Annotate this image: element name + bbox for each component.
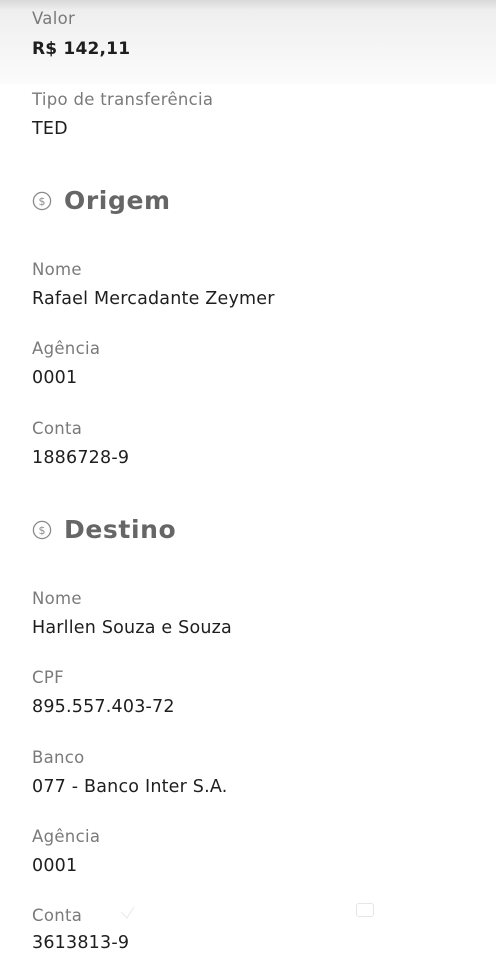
transfer-type-value: TED xyxy=(32,119,68,139)
destination-bank-value: 077 - Banco Inter S.A. xyxy=(32,777,228,797)
destination-name-value: Harllen Souza e Souza xyxy=(32,618,232,638)
amount-field: Valor R$ 142,11 xyxy=(32,9,472,60)
destination-cpf-field: CPF 895.557.403-72 xyxy=(32,668,472,718)
destination-section-title: Destino xyxy=(64,515,177,544)
dollar-coin-icon: $ xyxy=(32,191,52,211)
origin-agency-field: Agência 0001 xyxy=(32,339,472,389)
origin-name-field: Nome Rafael Mercadante Zeymer xyxy=(32,260,472,310)
amount-value: R$ 142,11 xyxy=(32,39,131,59)
dollar-coin-icon: $ xyxy=(32,520,52,540)
origin-account-label: Conta xyxy=(32,419,83,438)
destination-bank-field: Banco 077 - Banco Inter S.A. xyxy=(32,748,472,798)
origin-account-field: Conta 1886728-9 xyxy=(32,419,472,469)
origin-agency-label: Agência xyxy=(32,339,101,358)
origin-section-header: $ Origem xyxy=(32,185,171,217)
svg-text:$: $ xyxy=(39,195,46,208)
destination-account-field: Conta xyxy=(32,906,472,926)
destination-name-field: Nome Harllen Souza e Souza xyxy=(32,589,472,639)
destination-section-header: $ Destino xyxy=(32,514,176,546)
origin-agency-value: 0001 xyxy=(32,368,78,388)
destination-agency-value: 0001 xyxy=(32,856,78,876)
destination-agency-label: Agência xyxy=(32,827,101,846)
destination-cpf-label: CPF xyxy=(32,668,64,687)
transfer-type-field: Tipo de transferência TED xyxy=(32,90,472,140)
destination-cpf-value: 895.557.403-72 xyxy=(32,697,175,717)
destination-bank-label: Banco xyxy=(32,748,85,767)
destination-account-label: Conta xyxy=(32,906,83,925)
destination-agency-field: Agência 0001 xyxy=(32,827,472,877)
origin-account-value: 1886728-9 xyxy=(32,448,130,468)
origin-name-value: Rafael Mercadante Zeymer xyxy=(32,289,275,309)
destination-name-label: Nome xyxy=(32,589,82,608)
svg-text:$: $ xyxy=(39,524,46,537)
origin-name-label: Nome xyxy=(32,260,82,279)
transfer-type-label: Tipo de transferência xyxy=(32,90,214,109)
faint-square-icon xyxy=(356,903,374,917)
faint-check-icon xyxy=(120,906,135,919)
amount-label: Valor xyxy=(32,9,76,28)
origin-section-title: Origem xyxy=(64,186,171,215)
destination-account-value: 3613813-9 xyxy=(32,933,130,953)
